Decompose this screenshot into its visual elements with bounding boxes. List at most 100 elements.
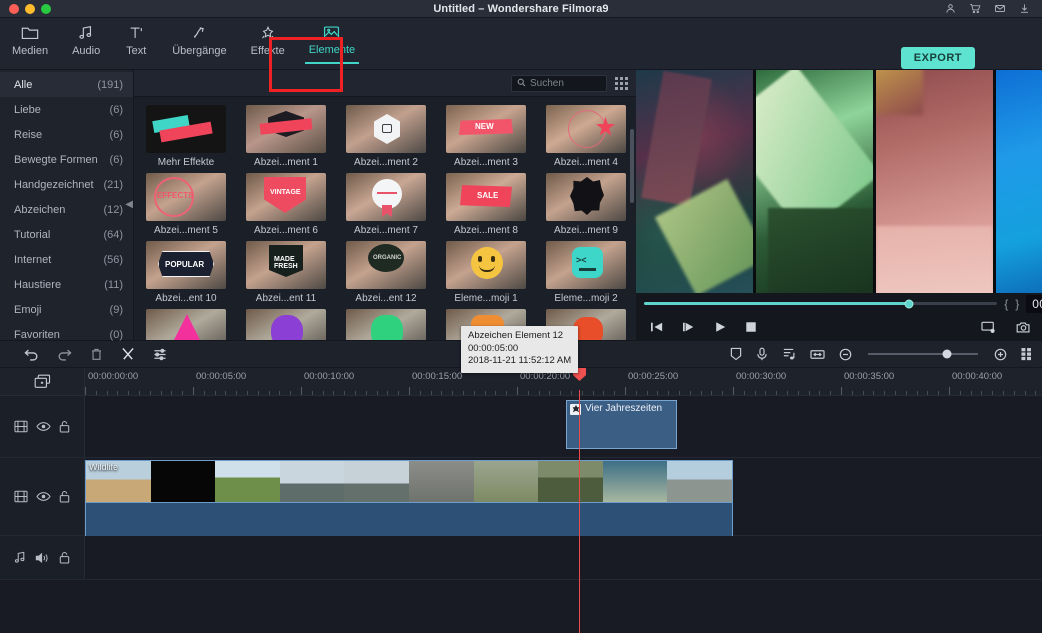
sidebar-item-reise[interactable]: Reise (6) — [0, 122, 133, 147]
element-label: Abzei...ment 9 — [554, 225, 618, 236]
crop-icon[interactable] — [730, 347, 742, 361]
timeline-track-3[interactable] — [85, 536, 1042, 579]
lock-icon[interactable] — [59, 490, 70, 503]
tab-elemente[interactable]: Elemente — [297, 18, 367, 70]
element-tile[interactable]: Abzei...ment 2 — [346, 105, 426, 168]
search-input[interactable] — [530, 77, 601, 89]
stop-icon[interactable] — [745, 321, 757, 333]
ruler-minor-mark — [1013, 391, 1015, 395]
add-track-icon[interactable] — [0, 368, 85, 395]
preview-canvas[interactable] — [636, 70, 1042, 293]
element-tile[interactable]: EFFECTS Abzei...ment 5 — [146, 173, 226, 236]
split-scissors-icon[interactable] — [121, 347, 135, 361]
tab-medien[interactable]: Medien — [0, 18, 60, 70]
preview-progress-knob[interactable] — [904, 299, 914, 309]
element-tile[interactable]: VINTAGE Abzei...ment 6 — [246, 173, 326, 236]
zoom-out-icon[interactable] — [839, 348, 852, 361]
play-icon[interactable] — [714, 321, 727, 333]
element-tile[interactable]: SALE Abzei...ment 8 — [446, 173, 526, 236]
timeline-clip-title[interactable]: Vier Jahreszeiten — [566, 400, 677, 449]
download-icon[interactable] — [1019, 3, 1030, 14]
element-tile[interactable]: Eleme...moji 1 — [446, 241, 526, 304]
sidebar-item-count: (6) — [109, 153, 123, 166]
timeline-horizontal-scrollbar[interactable] — [85, 628, 1042, 633]
ruler-minor-mark — [992, 391, 994, 395]
account-icon[interactable] — [945, 3, 956, 14]
preview-progress-slider[interactable] — [644, 299, 998, 309]
delete-icon[interactable] — [90, 348, 103, 361]
fit-timeline-icon[interactable] — [810, 348, 825, 361]
timeline-track-1[interactable]: Vier Jahreszeiten — [85, 396, 1042, 457]
undo-icon[interactable] — [24, 348, 39, 361]
timeline-track-row: Vier Jahreszeiten — [0, 396, 1042, 458]
element-tile[interactable]: Mehr Effekte — [146, 105, 226, 168]
sidebar-item-tutorial[interactable]: Tutorial (64) — [0, 222, 133, 247]
eye-icon[interactable] — [36, 421, 51, 432]
sidebar-item-handgezeichnet[interactable]: Handgezeichnet (21) — [0, 172, 133, 197]
ruler-minor-mark — [549, 391, 551, 395]
sidebar-item-haustiere[interactable]: Haustiere (11) — [0, 272, 133, 297]
sidebar-item-favoriten[interactable]: Favoriten (0) — [0, 322, 133, 347]
element-tile[interactable]: Abzei...ment 7 — [346, 173, 426, 236]
cart-icon[interactable] — [969, 3, 981, 14]
mark-in-button[interactable]: { — [1004, 297, 1008, 311]
chevron-left-icon[interactable]: ◀ — [125, 199, 133, 210]
sidebar-item-count: (191) — [97, 78, 123, 91]
redo-icon[interactable] — [57, 348, 72, 361]
mark-out-button[interactable]: } — [1015, 297, 1019, 311]
element-tile[interactable]: Abzei...ment 1 — [246, 105, 326, 168]
element-thumbnail: NEW — [446, 105, 526, 153]
timeline-clip-video[interactable]: Wildlife — [85, 460, 733, 538]
sidebar-item-bewegte-formen[interactable]: Bewegte Formen (6) — [0, 147, 133, 172]
marker-grid-icon[interactable] — [1021, 347, 1032, 361]
audio-detach-icon[interactable] — [782, 347, 796, 361]
voiceover-mic-icon[interactable] — [756, 347, 768, 361]
next-frame-icon[interactable] — [682, 321, 696, 333]
lock-icon[interactable] — [59, 420, 70, 433]
sidebar-item-emoji[interactable]: Emoji (9) — [0, 297, 133, 322]
export-button[interactable]: EXPORT — [900, 47, 975, 69]
elements-browser: Mehr Effekte Abzei...ment 1 Abzei...ment… — [134, 70, 636, 373]
element-tile[interactable] — [146, 309, 226, 340]
tab-uebergaenge[interactable]: Übergänge — [160, 18, 238, 70]
settings-sliders-icon[interactable] — [153, 348, 167, 361]
element-tooltip: Abzeichen Element 12 00:00:05:00 2018-11… — [461, 326, 579, 373]
eye-icon[interactable] — [36, 491, 51, 502]
preview-timecode[interactable]: 00:00:22:28 — [1026, 294, 1042, 313]
element-tile[interactable] — [246, 309, 326, 340]
ruler-minor-mark — [473, 391, 475, 395]
prev-frame-icon[interactable] — [650, 321, 664, 333]
clip-audio-strip — [86, 502, 732, 536]
element-tile[interactable]: POPULAR Abzei...ent 10 — [146, 241, 226, 304]
zoom-slider-knob[interactable] — [942, 349, 952, 359]
lock-icon[interactable] — [59, 551, 70, 564]
mail-icon[interactable] — [994, 3, 1006, 14]
sidebar-item-count: (64) — [103, 228, 123, 241]
tab-text[interactable]: Text — [112, 18, 160, 70]
grid-view-icon[interactable] — [615, 76, 628, 90]
display-settings-icon[interactable] — [981, 321, 996, 334]
sidebar-item-liebe[interactable]: Liebe (6) — [0, 97, 133, 122]
speaker-icon[interactable] — [35, 552, 50, 564]
element-tile[interactable]: ORGANIC Abzei...ent 12 — [346, 241, 426, 304]
snapshot-camera-icon[interactable] — [1016, 321, 1031, 334]
ruler-tick: 00:00:30:00 — [736, 371, 787, 382]
timeline-playhead[interactable] — [573, 368, 586, 633]
timeline-track-2[interactable]: Wildlife — [85, 458, 1042, 538]
zoom-slider[interactable] — [868, 349, 978, 359]
zoom-in-icon[interactable] — [994, 348, 1007, 361]
sidebar-item-alle[interactable]: Alle (191) — [0, 72, 133, 97]
tab-effekte[interactable]: Effekte — [239, 18, 297, 70]
tab-audio[interactable]: Audio — [60, 18, 112, 70]
ruler-minor-mark — [895, 391, 896, 395]
search-box[interactable] — [511, 74, 607, 92]
element-tile[interactable] — [346, 309, 426, 340]
element-tile[interactable]: MADE FRESH Abzei...ent 11 — [246, 241, 326, 304]
sidebar-item-internet[interactable]: Internet (56) — [0, 247, 133, 272]
browser-scrollbar[interactable] — [630, 129, 634, 203]
element-tile[interactable]: NEW Abzei...ment 3 — [446, 105, 526, 168]
element-tile[interactable]: Abzei...ment 4 — [546, 105, 626, 168]
sidebar-item-abzeichen[interactable]: Abzeichen (12) — [0, 197, 133, 222]
element-tile[interactable]: >< Eleme...moji 2 — [546, 241, 626, 304]
element-tile[interactable]: Abzei...ment 9 — [546, 173, 626, 236]
